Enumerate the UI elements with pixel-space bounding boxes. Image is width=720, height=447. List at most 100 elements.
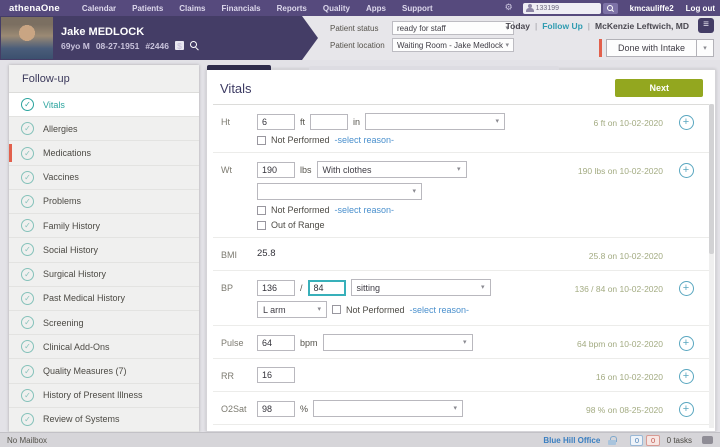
o2sat-input[interactable] — [257, 401, 295, 417]
alert-count-badge[interactable]: 0 — [646, 435, 659, 446]
wt-extra-select[interactable]: ▾ — [257, 183, 422, 200]
patient-name[interactable]: Jake MEDLOCK — [61, 26, 199, 39]
person-icon — [526, 4, 533, 12]
breadcrumb-encounter-link[interactable]: Follow Up — [542, 21, 583, 31]
username[interactable]: kmcauliffe2 — [630, 4, 674, 13]
page-title: Vitals — [220, 81, 252, 96]
bp-diastolic-input[interactable] — [308, 280, 346, 296]
sidebar-item-family-history[interactable]: ✓ Family History — [9, 214, 199, 238]
sidebar-item-quality-measures[interactable]: ✓ Quality Measures (7) — [9, 359, 199, 383]
ht-add-icon[interactable]: + — [679, 115, 694, 130]
o2sat-add-icon[interactable]: + — [679, 402, 694, 417]
nav-apps[interactable]: Apps — [366, 4, 386, 13]
bp-site-select[interactable]: L arm▾ — [257, 301, 327, 318]
pulse-add-icon[interactable]: + — [679, 336, 694, 351]
bp-select-reason-link[interactable]: -select reason- — [410, 305, 470, 315]
ht-not-performed-checkbox[interactable] — [257, 136, 266, 145]
done-with-intake-dropdown[interactable]: ▾ — [697, 39, 714, 57]
bp-not-performed-checkbox[interactable] — [332, 305, 341, 314]
nav-calendar[interactable]: Calendar — [82, 4, 116, 13]
chevron-down-icon: ▾ — [454, 405, 458, 412]
sidebar-item-vaccines[interactable]: ✓ Vaccines — [9, 166, 199, 190]
wt-out-of-range-checkbox[interactable] — [257, 221, 266, 230]
patient-status-select[interactable]: ready for staff▾ — [392, 21, 514, 35]
nav-financials[interactable]: Financials — [222, 4, 261, 13]
search-icon — [607, 5, 614, 12]
gear-icon[interactable]: ⚙ — [505, 3, 513, 13]
sidebar-item-problems[interactable]: ✓ Problems — [9, 190, 199, 214]
wt-not-performed-checkbox[interactable] — [257, 206, 266, 215]
chart-tab-bar — [207, 65, 715, 70]
sidebar-item-medications[interactable]: ✓ Medications — [9, 141, 199, 165]
chevron-down-icon: ▾ — [496, 118, 500, 125]
chat-bubble-icon[interactable] — [702, 436, 713, 444]
nav-claims[interactable]: Claims — [179, 4, 205, 13]
check-circle-icon: ✓ — [21, 171, 34, 184]
intake-accent-bar — [599, 39, 602, 57]
o2sat-method-select[interactable]: ▾ — [313, 400, 463, 417]
sidebar-item-surgical-history[interactable]: ✓ Surgical History — [9, 263, 199, 287]
check-circle-icon: ✓ — [21, 98, 34, 111]
nav-reports[interactable]: Reports — [277, 4, 307, 13]
sidebar-item-screening[interactable]: ✓ Screening — [9, 311, 199, 335]
check-circle-icon: ✓ — [21, 316, 34, 329]
lock-icon[interactable] — [608, 436, 616, 445]
encounter-menu-icon[interactable]: ≡ — [698, 18, 714, 33]
wt-add-icon[interactable]: + — [679, 163, 694, 178]
inbox-count-badge[interactable]: 0 — [630, 435, 643, 446]
ht-select-reason-link[interactable]: -select reason- — [335, 135, 395, 145]
active-tab-indicator[interactable] — [207, 65, 271, 70]
bp-position-select[interactable]: sitting▾ — [351, 279, 491, 296]
patient-banner-arrow: Jake MEDLOCK 69yo M 08-27-1951 #2446 $ — [0, 16, 318, 60]
breadcrumb-today: Today — [506, 21, 530, 31]
sidebar-item-social-history[interactable]: ✓ Social History — [9, 238, 199, 262]
vitals-panel: Vitals Next Ht ft in ▾ Not Performed — [206, 69, 716, 432]
sidebar-item-clinical-add-ons[interactable]: ✓ Clinical Add-Ons — [9, 335, 199, 359]
rr-history: 16 on 10-02-2020 — [515, 367, 663, 384]
sidebar-item-history-of-present-illness[interactable]: ✓ History of Present Illness — [9, 384, 199, 408]
patient-location-select[interactable]: Waiting Room - Jake Medlock▾ — [392, 38, 514, 52]
logout-link[interactable]: Log out — [686, 4, 715, 13]
check-circle-icon: ✓ — [21, 122, 34, 135]
chevron-down-icon: ▾ — [463, 339, 467, 346]
check-circle-icon: ✓ — [21, 268, 34, 281]
nav-patients[interactable]: Patients — [132, 4, 163, 13]
breadcrumb-provider: McKenzie Leftwich, MD — [595, 21, 689, 31]
ht-in-input[interactable] — [310, 114, 348, 130]
patient-search-input[interactable]: 133199 — [523, 3, 601, 14]
inactive-tabs[interactable] — [309, 66, 559, 70]
ht-method-select[interactable]: ▾ — [365, 113, 505, 130]
wt-input[interactable] — [257, 162, 295, 178]
search-button[interactable] — [603, 3, 618, 14]
sidebar-item-allergies[interactable]: ✓ Allergies — [9, 117, 199, 141]
done-with-intake-button[interactable]: Done with Intake — [606, 39, 697, 57]
patient-photo[interactable] — [1, 17, 53, 59]
pulse-history: 64 bpm on 10-02-2020 — [515, 334, 663, 351]
rr-add-icon[interactable]: + — [679, 369, 694, 384]
nav-quality[interactable]: Quality — [323, 4, 350, 13]
chevron-down-icon: ▾ — [481, 284, 485, 291]
vital-row-rr: RR 16 on 10-02-2020 + — [213, 359, 709, 392]
scrollbar[interactable] — [709, 104, 714, 428]
sidebar-item-vitals[interactable]: ✓ Vitals — [9, 93, 199, 117]
athenaone-logo: athenaOne — [9, 3, 60, 14]
bp-systolic-input[interactable] — [257, 280, 295, 296]
nav-support[interactable]: Support — [402, 4, 433, 13]
billing-badge-icon[interactable]: $ — [175, 41, 184, 50]
pulse-method-select[interactable]: ▾ — [323, 334, 473, 351]
next-button[interactable]: Next — [615, 79, 703, 97]
patient-search-icon[interactable] — [190, 41, 199, 50]
wt-method-select[interactable]: With clothes▾ — [317, 161, 467, 178]
sidebar-item-review-of-systems[interactable]: ✓ Review of Systems — [9, 408, 199, 432]
wt-select-reason-link[interactable]: -select reason- — [335, 205, 395, 215]
rr-input[interactable] — [257, 367, 295, 383]
bp-history: 136 / 84 on 10-02-2020 — [515, 279, 663, 318]
office-link[interactable]: Blue Hill Office — [543, 436, 600, 445]
ht-ft-input[interactable] — [257, 114, 295, 130]
check-circle-icon: ✓ — [21, 413, 34, 426]
check-circle-icon: ✓ — [21, 243, 34, 256]
bp-add-icon[interactable]: + — [679, 281, 694, 296]
pulse-input[interactable] — [257, 335, 295, 351]
o2sat-history: 98 % on 08-25-2020 — [515, 400, 663, 417]
sidebar-item-past-medical-history[interactable]: ✓ Past Medical History — [9, 287, 199, 311]
